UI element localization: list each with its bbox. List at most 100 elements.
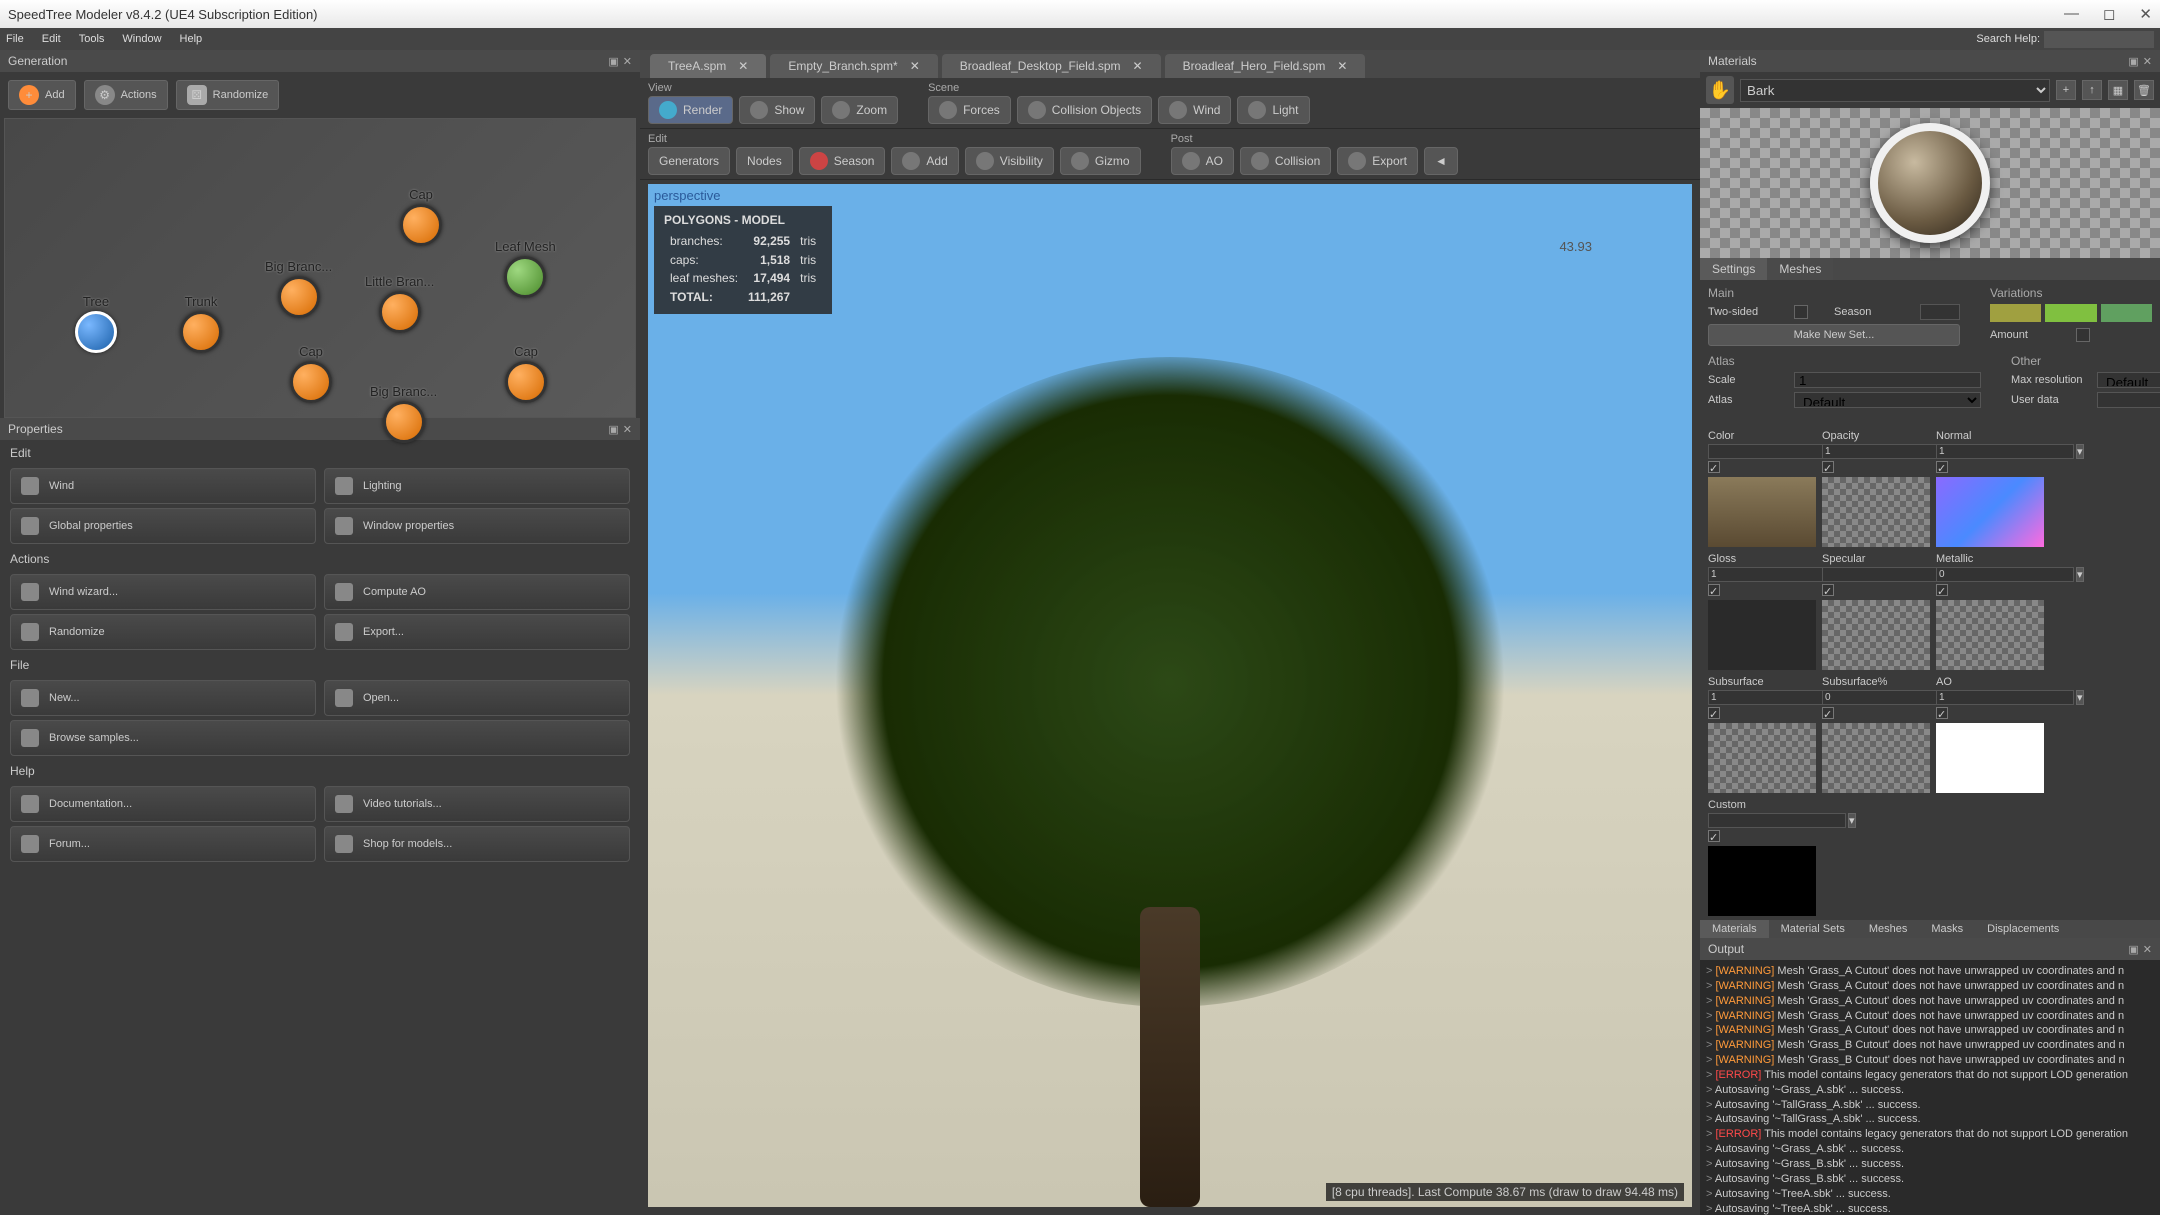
panel-dock-icon[interactable]: ▣ (608, 55, 618, 68)
map-enable-checkbox[interactable]: ✓ (1936, 707, 1948, 719)
chevron-down-icon[interactable]: ▾ (2076, 444, 2084, 459)
menu-help[interactable]: Help (180, 33, 203, 45)
forces-button[interactable]: Forces (928, 96, 1011, 124)
wind-wizard-button[interactable]: Wind wizard... (10, 574, 316, 610)
document-tab[interactable]: Broadleaf_Hero_Field.spm✕ (1165, 54, 1366, 78)
delete-material-button[interactable]: 🗑 (2134, 80, 2154, 100)
show-button[interactable]: Show (739, 96, 815, 124)
materials-bottom-tab[interactable]: Material Sets (1769, 920, 1857, 938)
node-graph[interactable]: Tree Trunk Big Branc... Cap Little Bran.… (4, 118, 636, 418)
map-enable-checkbox[interactable]: ✓ (1708, 461, 1720, 473)
materials-bottom-tab[interactable]: Masks (1919, 920, 1975, 938)
map-thumbnail[interactable] (1936, 723, 2044, 793)
material-select[interactable]: Bark (1740, 79, 2050, 102)
map-enable-checkbox[interactable]: ✓ (1708, 707, 1720, 719)
panel-close-icon[interactable]: ✕ (2143, 943, 2152, 956)
map-thumbnail[interactable] (1708, 723, 1816, 793)
document-tab[interactable]: TreeA.spm✕ (650, 54, 766, 78)
export-button[interactable]: Export (1337, 147, 1418, 175)
map-enable-checkbox[interactable]: ✓ (1822, 707, 1834, 719)
settings-subtab[interactable]: Settings (1700, 258, 1767, 280)
map-thumbnail[interactable] (1822, 600, 1930, 670)
light-button[interactable]: Light (1237, 96, 1309, 124)
menu-window[interactable]: Window (122, 33, 161, 45)
render-button[interactable]: Render (648, 96, 733, 124)
map-enable-checkbox[interactable]: ✓ (1822, 584, 1834, 596)
max-res-select[interactable]: Default (2097, 372, 2160, 388)
map-enable-checkbox[interactable]: ✓ (1708, 830, 1720, 842)
map-thumbnail[interactable] (1708, 600, 1816, 670)
minimize-icon[interactable]: — (2064, 5, 2079, 23)
panel-close-icon[interactable]: ✕ (623, 55, 632, 68)
add-button[interactable]: Add (891, 147, 958, 175)
add-button[interactable]: +Add (8, 80, 76, 110)
map-value-input[interactable] (1936, 690, 2074, 705)
node-cap-3[interactable]: Cap (505, 344, 547, 405)
hand-icon[interactable]: ✋ (1706, 76, 1734, 104)
atlas-select[interactable]: Default (1794, 392, 1981, 408)
two-sided-checkbox[interactable] (1794, 305, 1808, 319)
copy-material-button[interactable]: ▦ (2108, 80, 2128, 100)
add-material-button[interactable]: + (2056, 80, 2076, 100)
map-value-input[interactable] (1936, 444, 2074, 459)
output-log[interactable]: > [WARNING] Mesh 'Grass_A Cutout' does n… (1700, 960, 2160, 1215)
node-cap-2[interactable]: Cap (290, 344, 332, 405)
document-tab[interactable]: Broadleaf_Desktop_Field.spm✕ (942, 54, 1161, 78)
make-new-set-button[interactable]: Make New Set... (1708, 324, 1960, 346)
map-thumbnail[interactable] (1822, 723, 1930, 793)
lighting-button[interactable]: Lighting (324, 468, 630, 504)
panel-close-icon[interactable]: ✕ (623, 423, 632, 436)
panel-dock-icon[interactable]: ▣ (2128, 943, 2138, 956)
tab-close-icon[interactable]: ✕ (738, 59, 748, 73)
map-thumbnail[interactable] (1936, 600, 2044, 670)
import-material-button[interactable]: ↑ (2082, 80, 2102, 100)
close-icon[interactable]: ✕ (2139, 5, 2152, 23)
nodes-button[interactable]: Nodes (736, 147, 793, 175)
chevron-down-icon[interactable]: ▾ (2076, 690, 2084, 705)
tab-close-icon[interactable]: ✕ (910, 59, 920, 73)
tab-close-icon[interactable]: ✕ (1337, 59, 1347, 73)
variation-swatch[interactable] (2101, 304, 2152, 322)
chevron-down-icon[interactable]: ▾ (2076, 567, 2084, 582)
meshes-subtab[interactable]: Meshes (1767, 258, 1833, 280)
node-leaf-mesh[interactable]: Leaf Mesh (495, 239, 556, 300)
maximize-icon[interactable]: ◻ (2103, 5, 2115, 23)
map-thumbnail[interactable] (1708, 846, 1816, 916)
season-button[interactable]: Season (799, 147, 886, 175)
materials-bottom-tab[interactable]: Meshes (1857, 920, 1920, 938)
node-tree[interactable]: Tree (75, 294, 117, 355)
node-big-branch-1[interactable]: Big Branc... (265, 259, 332, 320)
node-trunk[interactable]: Trunk (180, 294, 222, 355)
collision-objects-button[interactable]: Collision Objects (1017, 96, 1152, 124)
user-data-input[interactable] (2097, 392, 2160, 408)
generators-button[interactable]: Generators (648, 147, 730, 175)
menu-edit[interactable]: Edit (42, 33, 61, 45)
video-tutorials-button[interactable]: Video tutorials... (324, 786, 630, 822)
shop-button[interactable]: Shop for models... (324, 826, 630, 862)
map-enable-checkbox[interactable]: ✓ (1936, 584, 1948, 596)
document-tab[interactable]: Empty_Branch.spm*✕ (770, 54, 937, 78)
visibility-button[interactable]: Visibility (965, 147, 1054, 175)
randomize-button[interactable]: ⚄Randomize (176, 80, 280, 110)
panel-dock-icon[interactable]: ▣ (608, 423, 618, 436)
node-cap-1[interactable]: Cap (400, 187, 442, 248)
materials-bottom-tab[interactable]: Materials (1700, 920, 1769, 938)
new-button[interactable]: New... (10, 680, 316, 716)
map-thumbnail[interactable] (1708, 477, 1816, 547)
compute-ao-button[interactable]: Compute AO (324, 574, 630, 610)
ao-button[interactable]: AO (1171, 147, 1234, 175)
open-button[interactable]: Open... (324, 680, 630, 716)
map-enable-checkbox[interactable]: ✓ (1708, 584, 1720, 596)
materials-bottom-tab[interactable]: Displacements (1975, 920, 2071, 938)
variation-swatch[interactable] (1990, 304, 2041, 322)
randomize-button[interactable]: Randomize (10, 614, 316, 650)
documentation-button[interactable]: Documentation... (10, 786, 316, 822)
map-enable-checkbox[interactable]: ✓ (1822, 461, 1834, 473)
menu-tools[interactable]: Tools (79, 33, 105, 45)
node-big-branch-2[interactable]: Big Branc... (370, 384, 437, 445)
map-value-input[interactable] (1708, 813, 1846, 828)
viewport[interactable]: perspective POLYGONS - MODEL branches:92… (648, 184, 1692, 1207)
window-properties-button[interactable]: Window properties (324, 508, 630, 544)
zoom-button[interactable]: Zoom (821, 96, 898, 124)
back-button[interactable]: ◄ (1424, 147, 1458, 175)
